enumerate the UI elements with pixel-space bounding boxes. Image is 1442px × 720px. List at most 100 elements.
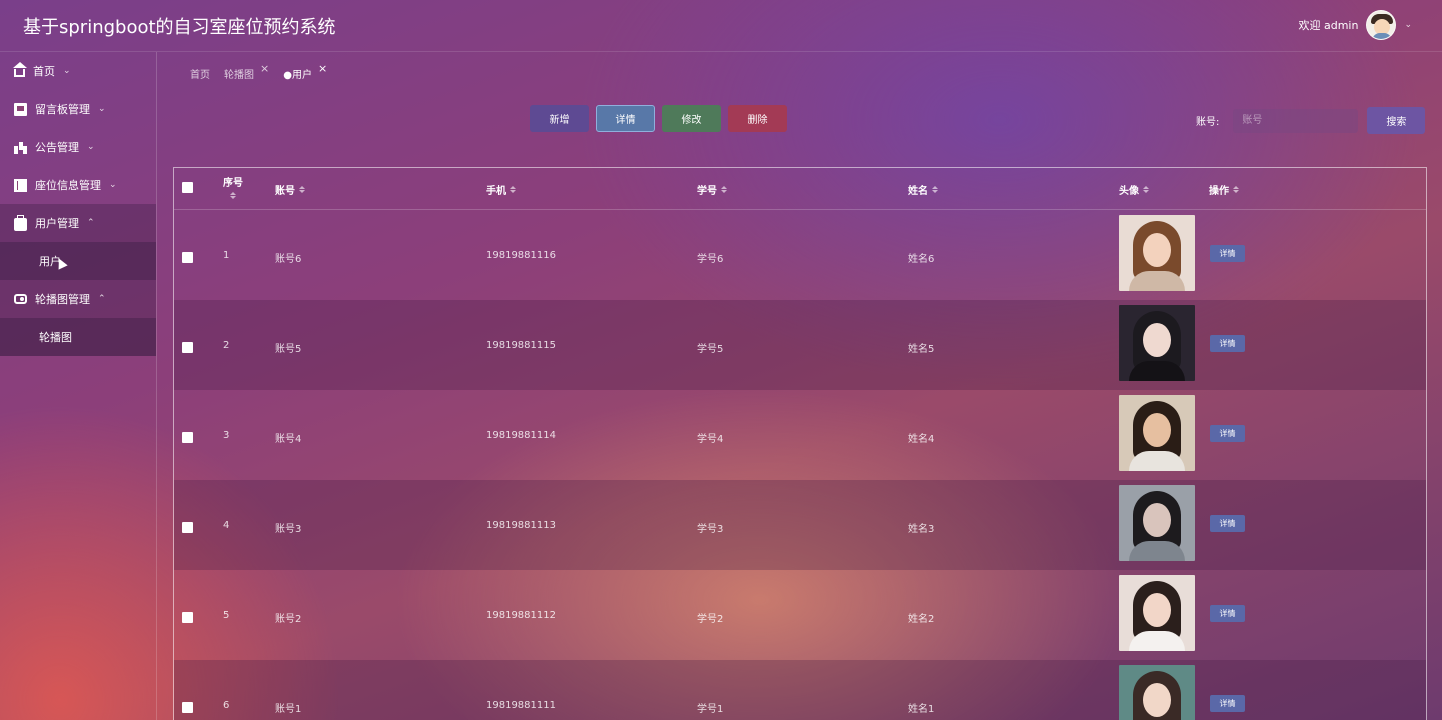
row-detail-button[interactable]: 详情 bbox=[1210, 695, 1245, 712]
cell-seq: 1 bbox=[223, 250, 230, 261]
cell-account: 账号6 bbox=[275, 254, 302, 265]
row-checkbox[interactable] bbox=[182, 252, 193, 263]
tab-carousel[interactable]: 轮播图 × bbox=[224, 62, 269, 81]
cell-phone: 19819881115 bbox=[486, 340, 556, 351]
add-button[interactable]: 新增 bbox=[530, 105, 589, 132]
sort-icon[interactable] bbox=[1143, 186, 1149, 193]
user-management-icon bbox=[14, 214, 27, 231]
announcement-icon bbox=[14, 141, 27, 154]
chevron-down-icon: ⌄ bbox=[87, 142, 95, 152]
sidebar-item-label: 公告管理 bbox=[35, 141, 79, 154]
sidebar-item-carousel-management[interactable]: 轮播图管理 ⌃ bbox=[0, 280, 156, 318]
cell-name: 姓名4 bbox=[908, 434, 935, 445]
user-avatar-image bbox=[1119, 665, 1195, 720]
tab-label: 轮播图 bbox=[224, 70, 254, 81]
table-header: 序号 账号 手机 学号 姓名 头像 操作 bbox=[174, 168, 1426, 210]
table-row: 3 账号4 19819881114 学号4 姓名4 详情 bbox=[174, 390, 1426, 480]
row-checkbox[interactable] bbox=[182, 342, 193, 353]
cell-account: 账号1 bbox=[275, 704, 302, 715]
sidebar-item-user-management[interactable]: 用户管理 ⌃ bbox=[0, 204, 156, 242]
home-icon bbox=[13, 62, 27, 77]
cell-student-id: 学号5 bbox=[697, 344, 724, 355]
chevron-up-icon: ⌃ bbox=[87, 218, 95, 228]
toolbar: 新增 详情 修改 删除 bbox=[530, 105, 787, 132]
column-header-avatar[interactable]: 头像 bbox=[1119, 182, 1149, 197]
cell-phone: 19819881112 bbox=[486, 610, 556, 621]
cell-student-id: 学号1 bbox=[697, 704, 724, 715]
sidebar: 首页 ⌄ 留言板管理 ⌄ 公告管理 ⌄ 座位信息管理 ⌄ 用户管理 ⌃ 用户 轮… bbox=[0, 52, 157, 720]
sort-icon[interactable] bbox=[721, 186, 727, 193]
chevron-down-icon: ⌄ bbox=[109, 180, 117, 190]
row-detail-button[interactable]: 详情 bbox=[1210, 245, 1245, 262]
sort-icon[interactable] bbox=[299, 186, 305, 193]
sidebar-item-seat-info[interactable]: 座位信息管理 ⌄ bbox=[0, 166, 156, 204]
row-detail-button[interactable]: 详情 bbox=[1210, 605, 1245, 622]
table-row: 6 账号1 19819881111 学号1 姓名1 详情 bbox=[174, 660, 1426, 720]
sort-icon[interactable] bbox=[510, 186, 516, 193]
user-avatar[interactable] bbox=[1366, 10, 1397, 40]
user-avatar-image bbox=[1119, 485, 1195, 561]
close-icon[interactable]: × bbox=[260, 62, 269, 75]
row-checkbox[interactable] bbox=[182, 432, 193, 443]
row-detail-button[interactable]: 详情 bbox=[1210, 335, 1245, 352]
cell-account: 账号4 bbox=[275, 434, 302, 445]
cell-account: 账号2 bbox=[275, 614, 302, 625]
row-checkbox[interactable] bbox=[182, 522, 193, 533]
table-row: 5 账号2 19819881112 学号2 姓名2 详情 bbox=[174, 570, 1426, 660]
user-avatar-image bbox=[1119, 395, 1195, 471]
cell-seq: 2 bbox=[223, 340, 230, 351]
tab-home[interactable]: 首页 bbox=[190, 66, 210, 81]
sort-icon[interactable] bbox=[1233, 186, 1239, 193]
chevron-down-icon: ⌄ bbox=[63, 66, 71, 76]
column-header-account[interactable]: 账号 bbox=[275, 182, 305, 197]
column-header-student-id[interactable]: 学号 bbox=[697, 182, 727, 197]
sidebar-item-home[interactable]: 首页 ⌄ bbox=[0, 52, 156, 90]
message-board-icon bbox=[14, 102, 27, 116]
cell-phone: 19819881114 bbox=[486, 430, 556, 441]
table-row: 2 账号5 19819881115 学号5 姓名5 详情 bbox=[174, 300, 1426, 390]
tab-label: 首页 bbox=[190, 70, 210, 81]
cell-seq: 3 bbox=[223, 430, 230, 441]
sidebar-item-label: 座位信息管理 bbox=[35, 179, 101, 192]
sidebar-item-message-board[interactable]: 留言板管理 ⌄ bbox=[0, 90, 156, 128]
cell-seq: 6 bbox=[223, 700, 230, 711]
cell-phone: 19819881116 bbox=[486, 250, 556, 261]
delete-button[interactable]: 删除 bbox=[728, 105, 787, 132]
sidebar-subitem-users[interactable]: 用户 bbox=[0, 242, 156, 280]
cell-student-id: 学号4 bbox=[697, 434, 724, 445]
sidebar-subitem-carousel[interactable]: 轮播图 bbox=[0, 318, 156, 356]
search-input[interactable] bbox=[1233, 108, 1359, 133]
sort-icon[interactable] bbox=[230, 192, 236, 199]
sidebar-item-announcements[interactable]: 公告管理 ⌄ bbox=[0, 128, 156, 166]
welcome-text: 欢迎 admin bbox=[1298, 19, 1359, 32]
search-bar: 账号: 搜索 bbox=[1196, 107, 1426, 134]
cell-account: 账号3 bbox=[275, 524, 302, 535]
cell-name: 姓名5 bbox=[908, 344, 935, 355]
table-row: 1 账号6 19819881116 学号6 姓名6 详情 bbox=[174, 210, 1426, 300]
cell-student-id: 学号3 bbox=[697, 524, 724, 535]
sort-icon[interactable] bbox=[932, 186, 938, 193]
cell-student-id: 学号6 bbox=[697, 254, 724, 265]
select-all-checkbox[interactable] bbox=[182, 182, 193, 193]
row-checkbox[interactable] bbox=[182, 702, 193, 713]
sidebar-item-label: 首页 bbox=[33, 65, 55, 78]
close-icon[interactable]: × bbox=[318, 62, 327, 75]
column-header-phone[interactable]: 手机 bbox=[486, 182, 516, 197]
user-menu[interactable]: 欢迎 admin ⌄ bbox=[1298, 10, 1412, 40]
sidebar-item-label: 留言板管理 bbox=[35, 103, 90, 116]
row-detail-button[interactable]: 详情 bbox=[1210, 515, 1245, 532]
detail-button[interactable]: 详情 bbox=[596, 105, 655, 132]
chevron-down-icon[interactable]: ⌄ bbox=[1404, 20, 1412, 30]
row-checkbox[interactable] bbox=[182, 612, 193, 623]
edit-button[interactable]: 修改 bbox=[662, 105, 721, 132]
carousel-icon bbox=[14, 294, 27, 304]
row-detail-button[interactable]: 详情 bbox=[1210, 425, 1245, 442]
cell-phone: 19819881111 bbox=[486, 700, 556, 711]
tab-users[interactable]: ●用户 × bbox=[283, 62, 327, 81]
cell-name: 姓名2 bbox=[908, 614, 935, 625]
column-header-actions[interactable]: 操作 bbox=[1209, 182, 1239, 197]
search-label: 账号: bbox=[1196, 117, 1220, 128]
column-header-name[interactable]: 姓名 bbox=[908, 182, 938, 197]
column-header-seq[interactable]: 序号 bbox=[223, 174, 243, 199]
search-button[interactable]: 搜索 bbox=[1367, 107, 1426, 134]
